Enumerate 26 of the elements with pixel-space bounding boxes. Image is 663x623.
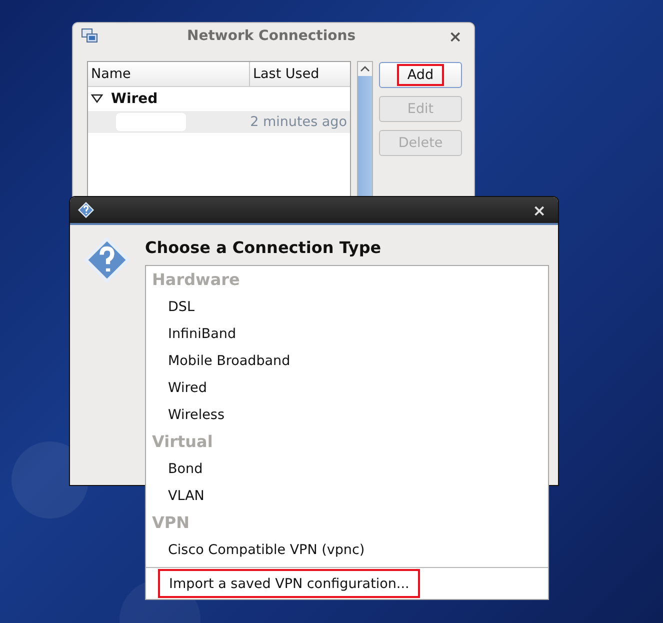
close-button[interactable]: × bbox=[444, 26, 466, 46]
network-icon bbox=[81, 28, 98, 44]
group-label: Wired bbox=[111, 91, 158, 107]
column-header[interactable]: Last Used bbox=[250, 62, 350, 86]
scroll-up-icon[interactable] bbox=[360, 64, 370, 74]
column-header[interactable]: Name bbox=[88, 62, 250, 86]
expander-icon[interactable] bbox=[91, 93, 103, 105]
list-item[interactable]: Wireless bbox=[146, 401, 548, 428]
section-heading: Hardware bbox=[151, 269, 241, 291]
list-item[interactable]: DSL bbox=[146, 293, 548, 320]
section-heading: VPN bbox=[151, 512, 190, 534]
window-title: Network Connections bbox=[186, 28, 357, 44]
list-item[interactable]: Cisco Compatible VPN (vpnc) bbox=[146, 536, 548, 563]
list-item[interactable]: Wired bbox=[146, 374, 548, 401]
section-heading: Virtual bbox=[151, 431, 214, 453]
list-item[interactable]: Mobile Broadband bbox=[146, 347, 548, 374]
question-icon bbox=[84, 237, 130, 283]
import-item[interactable]: Import a saved VPN configuration... bbox=[158, 569, 420, 598]
action-button[interactable]: Add bbox=[379, 62, 462, 88]
list-item[interactable]: InfiniBand bbox=[146, 320, 548, 347]
list-item[interactable]: VLAN bbox=[146, 482, 548, 509]
dialog-heading: Choose a Connection Type bbox=[145, 237, 382, 259]
last-used-text: 2 minutes ago bbox=[250, 114, 347, 130]
close-button[interactable]: × bbox=[528, 200, 550, 220]
dialog-icon bbox=[78, 202, 94, 218]
list-item[interactable]: Bond bbox=[146, 455, 548, 482]
